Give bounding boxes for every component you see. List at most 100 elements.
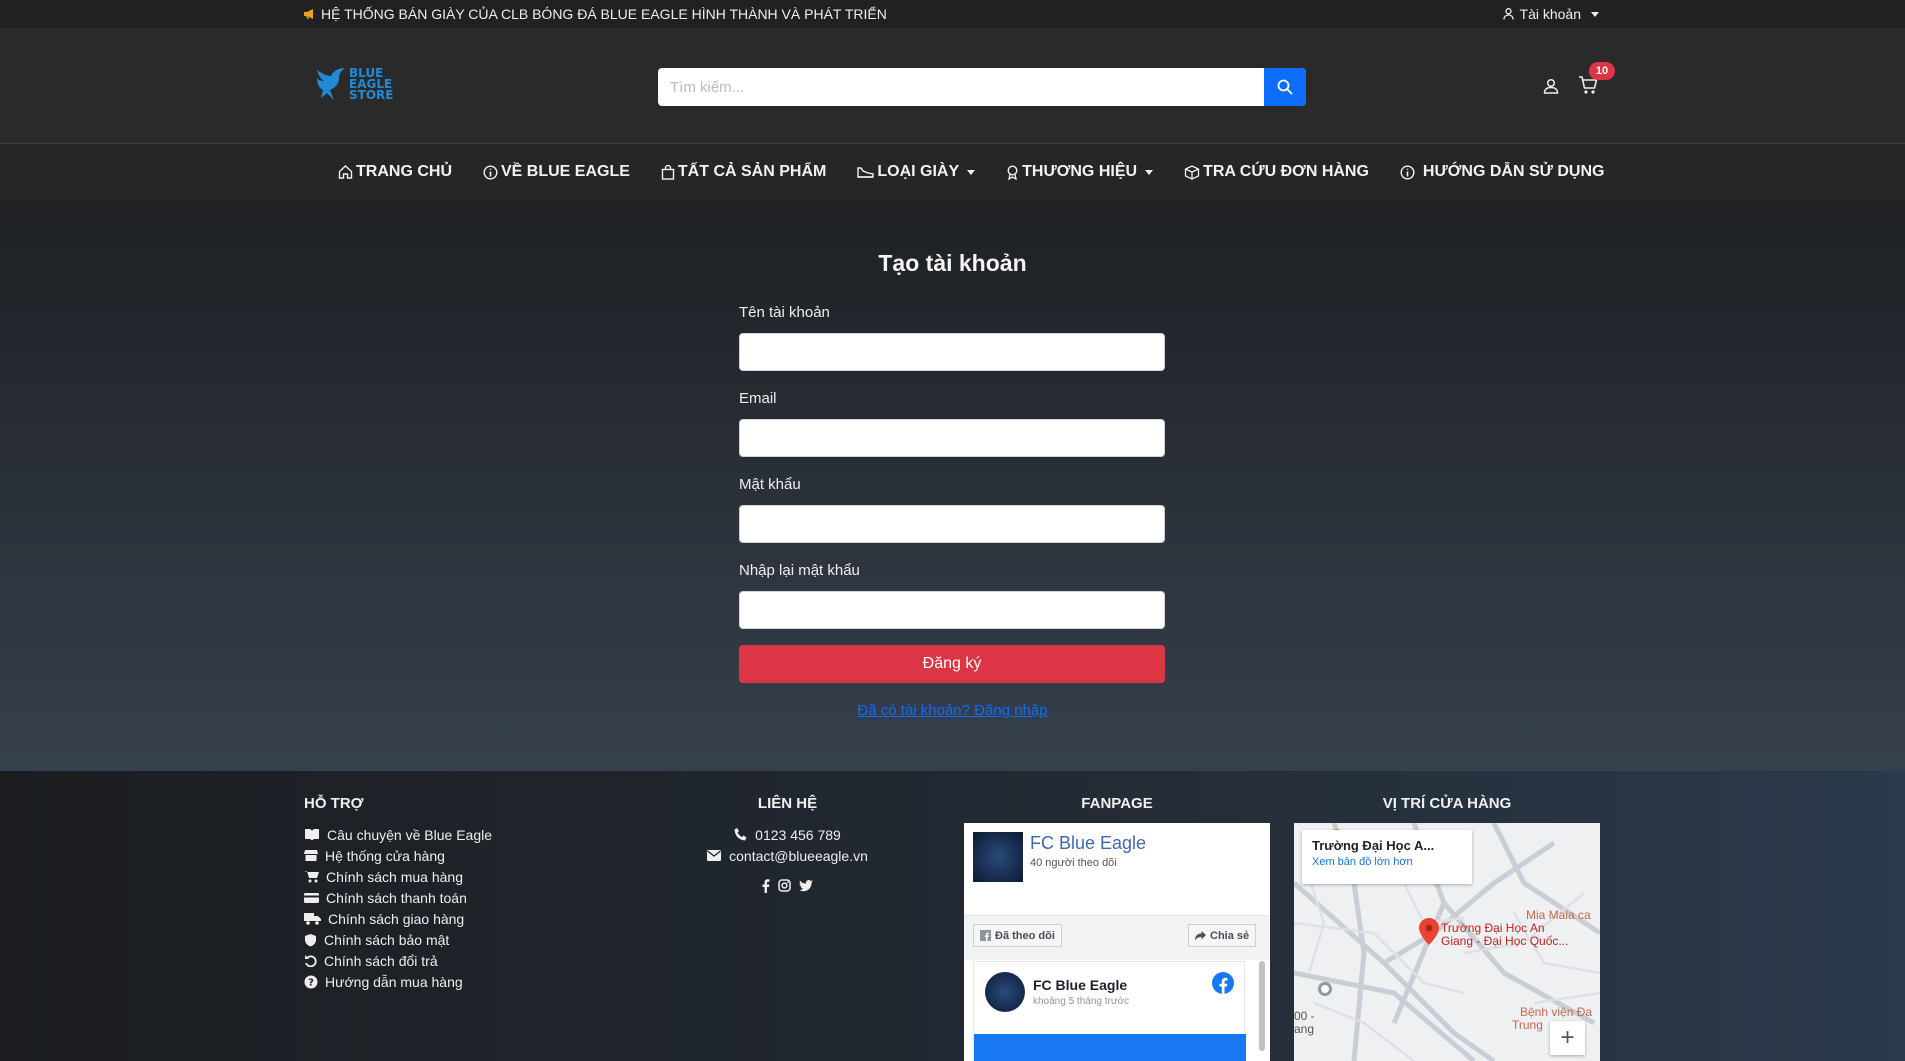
cart-count-badge: 10 <box>1589 62 1615 80</box>
fanpage-title: FANPAGE <box>1081 795 1153 812</box>
svg-text:?: ? <box>308 977 314 988</box>
info-icon <box>483 164 498 180</box>
top-announcement-bar: HỆ THỐNG BÁN GIÀY CỦA CLB BÓNG ĐÁ BLUE E… <box>0 0 1905 28</box>
box-icon <box>1184 164 1200 180</box>
email-label: Email <box>739 390 777 407</box>
email-field[interactable] <box>739 419 1165 457</box>
shield-icon <box>305 933 316 946</box>
facebook-icon[interactable] <box>762 878 770 893</box>
user-icon <box>1543 78 1559 94</box>
support-item[interactable]: ? Hướng dẫn mua hàng <box>304 971 492 992</box>
phone-row: 0123 456 789 <box>700 824 875 845</box>
nav-item-about[interactable]: VỀ BLUE EAGLE <box>483 163 630 181</box>
support-title: HỖ TRỢ <box>304 795 364 812</box>
contact-email[interactable]: contact@blueeagle.vn <box>729 848 868 864</box>
password-label: Mật khẩu <box>739 476 801 493</box>
nav-item-order-lookup[interactable]: TRA CỨU ĐƠN HÀNG <box>1184 163 1369 181</box>
login-link-text[interactable]: Đã có tài khoản? Đăng nhập <box>857 702 1047 719</box>
announcement-text: HỆ THỐNG BÁN GIÀY CỦA CLB BÓNG ĐÁ BLUE E… <box>321 6 887 22</box>
fb-share-button[interactable]: Chia sẻ <box>1188 924 1257 947</box>
logo[interactable]: BLUE EAGLE STORE <box>315 66 393 102</box>
fb-header: FC Blue Eagle 40 người theo dõi <box>964 823 1270 915</box>
fb-followers: 40 người theo dõi <box>1030 857 1117 869</box>
award-icon <box>1007 164 1018 180</box>
support-item-label: Chính sách mua hàng <box>326 868 463 885</box>
facebook-page-widget[interactable]: FC Blue Eagle 40 người theo dõi Đã theo … <box>964 823 1270 1061</box>
logo-line-3: STORE <box>349 87 394 102</box>
cart-icon <box>304 871 319 883</box>
store-map[interactable]: Trường Đại Học A... Xem bản đồ lớn hơn T… <box>1294 823 1600 1061</box>
support-item[interactable]: Chính sách thanh toán <box>304 887 492 908</box>
envelope-icon <box>707 850 722 861</box>
facebook-square-icon <box>980 930 991 941</box>
support-item-label: Chính sách thanh toán <box>326 889 467 906</box>
map-pin-label-line-2: Giang - Đại Học Quốc... <box>1441 934 1569 948</box>
undo-icon <box>305 955 317 967</box>
map-larger-link[interactable]: Xem bản đồ lớn hơn <box>1312 856 1462 868</box>
support-item-label: Hướng dẫn mua hàng <box>325 973 463 990</box>
confirm-password-field[interactable] <box>739 591 1165 629</box>
instagram-icon[interactable] <box>778 879 791 892</box>
fb-action-bar: Đã theo dõi Chia sẻ <box>964 915 1270 960</box>
support-item[interactable]: Chính sách mua hàng <box>304 866 492 887</box>
facebook-logo-icon <box>1212 972 1234 994</box>
support-item[interactable]: Hệ thống cửa hàng <box>304 845 492 866</box>
login-link: Đã có tài khoản? Đăng nhập <box>0 702 1905 719</box>
nav-label: VỀ BLUE EAGLE <box>501 163 630 180</box>
nav-label: HƯỚNG DẪN SỬ DỤNG <box>1422 163 1605 180</box>
fb-post-image <box>974 1034 1246 1061</box>
fb-scrollbar[interactable] <box>1259 961 1265 1051</box>
search-button[interactable] <box>1264 68 1306 106</box>
password-field[interactable] <box>739 505 1165 543</box>
username-label: Tên tài khoản <box>739 304 830 321</box>
phone-number[interactable]: 0123 456 789 <box>755 827 841 843</box>
store-icon <box>304 850 318 861</box>
fb-page-name[interactable]: FC Blue Eagle <box>1030 833 1146 854</box>
chevron-down-icon <box>1591 11 1599 17</box>
nav-item-brands[interactable]: THƯƠNG HIỆU <box>1006 163 1154 181</box>
support-item[interactable]: Câu chuyện về Blue Eagle <box>304 824 492 845</box>
bag-icon <box>661 164 675 180</box>
nav-label: TRA CỨU ĐƠN HÀNG <box>1203 163 1369 180</box>
fb-follow-button[interactable]: Đã theo dõi <box>973 924 1062 947</box>
support-item[interactable]: Chính sách bảo mật <box>304 929 492 950</box>
shoe-icon <box>857 167 875 178</box>
fb-post-time: khoảng 5 tháng trước <box>1033 996 1130 1007</box>
main-nav: TRANG CHỦ VỀ BLUE EAGLE TẤT CẢ SẢN PHẨM … <box>0 145 1905 201</box>
support-item[interactable]: Chính sách đổi trả <box>304 950 492 971</box>
site-footer: HỖ TRỢ Câu chuyện về Blue Eagle Hệ thống… <box>0 771 1905 1061</box>
email-row: contact@blueeagle.vn <box>700 845 875 866</box>
nav-item-all-products[interactable]: TẤT CẢ SẢN PHẨM <box>661 163 826 181</box>
support-item-label: Chính sách đổi trả <box>324 952 438 969</box>
support-item-label: Hệ thống cửa hàng <box>325 847 445 864</box>
search-input[interactable] <box>658 68 1264 106</box>
search-bar <box>658 68 1306 106</box>
username-field[interactable] <box>739 333 1165 371</box>
support-list: Câu chuyện về Blue Eagle Hệ thống cửa hà… <box>304 824 492 992</box>
support-item-label: Chính sách giao hàng <box>328 910 465 927</box>
nav-label: TẤT CẢ SẢN PHẨM <box>677 163 827 180</box>
page-title: Tạo tài khoản <box>878 250 1027 276</box>
twitter-icon[interactable] <box>799 879 813 892</box>
map-pin-label: Trường Đại Học An Giang - Đại Học Quốc..… <box>1441 922 1568 948</box>
map-title: VỊ TRÍ CỬA HÀNG <box>1382 795 1512 812</box>
credit-card-icon <box>304 892 319 903</box>
home-icon <box>338 165 353 179</box>
fb-post-author[interactable]: FC Blue Eagle <box>1033 977 1127 993</box>
fb-page-avatar[interactable] <box>973 832 1023 882</box>
fb-post[interactable]: FC Blue Eagle khoảng 5 tháng trước <box>973 961 1246 1061</box>
map-zoom-in-button[interactable]: + <box>1550 1021 1585 1055</box>
book-icon <box>305 829 319 841</box>
nav-item-shoe-types[interactable]: LOẠI GIÀY <box>857 163 976 181</box>
register-button[interactable]: Đăng ký <box>739 645 1165 683</box>
support-item[interactable]: Chính sách giao hàng <box>304 908 492 929</box>
user-icon <box>1502 8 1514 20</box>
user-button[interactable] <box>1543 78 1559 99</box>
nav-item-user-guide[interactable]: HƯỚNG DẪN SỬ DỤNG <box>1400 163 1605 181</box>
phone-icon <box>734 828 747 841</box>
fb-follow-label: Đã theo dõi <box>995 929 1055 942</box>
chevron-down-icon <box>967 169 976 175</box>
account-menu[interactable]: Tài khoản <box>1502 6 1599 22</box>
contact-block: 0123 456 789 contact@blueeagle.vn <box>700 824 875 896</box>
nav-item-home[interactable]: TRANG CHỦ <box>338 163 452 181</box>
